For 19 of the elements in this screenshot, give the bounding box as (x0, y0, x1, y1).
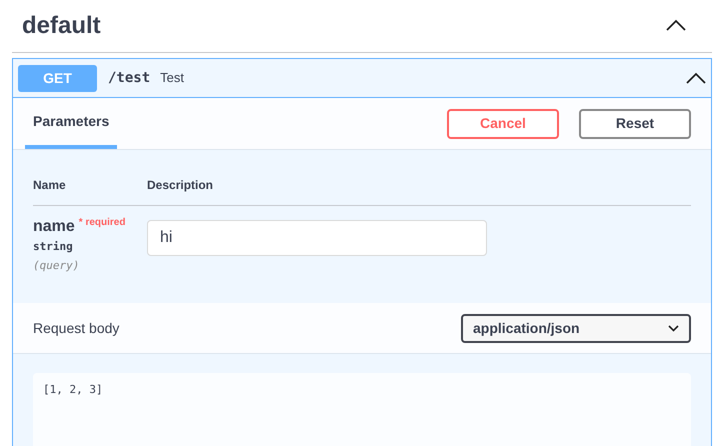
endpoint-path[interactable]: /test (108, 68, 150, 88)
tab[interactable]: Parameters (25, 98, 118, 149)
column-header: Name (33, 177, 67, 194)
column-header: Description (147, 177, 214, 194)
request-body-editor[interactable]: [1, 2, 3] (33, 373, 691, 446)
content-type-select[interactable]: application/json (461, 314, 691, 342)
endpoint-summary: Test (160, 69, 184, 88)
section-title[interactable]: default (22, 9, 101, 43)
collapse-icon[interactable] (686, 72, 706, 84)
parameter-name: name (33, 218, 75, 235)
dropdown-icon (668, 324, 679, 332)
collapse-icon[interactable] (666, 19, 686, 31)
section-label: Request body (33, 318, 120, 338)
reset-button[interactable]: Reset (579, 108, 691, 138)
method-badge: GET (18, 64, 97, 92)
parameter-location: (query) (33, 258, 80, 274)
parameter-type: string (33, 239, 74, 255)
required-marker: * required (78, 217, 126, 228)
input-field[interactable]: hi (147, 220, 487, 256)
